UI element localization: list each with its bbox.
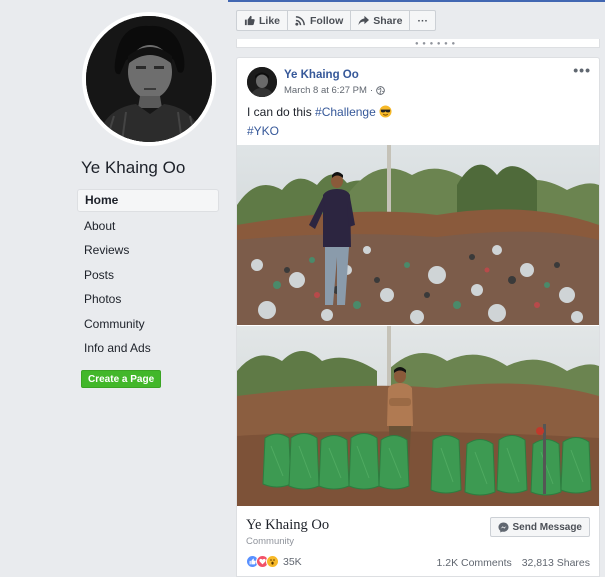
- sidebar-item-community[interactable]: Community: [77, 312, 219, 337]
- reaction-count: 35K: [283, 555, 302, 568]
- sunglasses-emoji-icon: [379, 105, 392, 121]
- shares-count-link[interactable]: 32,813 Shares: [522, 557, 590, 569]
- send-message-label: Send Message: [512, 521, 582, 533]
- globe-icon: [376, 86, 385, 95]
- hashtag-challenge-link[interactable]: #Challenge: [315, 105, 376, 119]
- sidebar-item-home[interactable]: Home: [77, 189, 219, 212]
- create-page-button[interactable]: Create a Page: [81, 370, 162, 388]
- thumbs-up-icon: [244, 15, 255, 26]
- post-stats: 35K 1.2K Comments 32,813 Shares: [237, 554, 599, 576]
- post-card: Ye Khaing Oo March 8 at 6:27 PM · ••• I …: [236, 57, 600, 577]
- sidebar-item-posts[interactable]: Posts: [77, 263, 219, 288]
- sidebar-item-about[interactable]: About: [77, 214, 219, 239]
- sidebar-item-reviews[interactable]: Reviews: [77, 238, 219, 263]
- post-photo-before[interactable]: [237, 145, 599, 325]
- post-author-avatar[interactable]: [247, 67, 277, 97]
- messenger-icon: [497, 521, 509, 533]
- post-options-button[interactable]: •••: [573, 62, 591, 78]
- hashtag-yko-link[interactable]: #YKO: [247, 124, 279, 138]
- comments-count-link[interactable]: 1.2K Comments: [436, 557, 511, 569]
- sidebar-item-photos[interactable]: Photos: [77, 287, 219, 312]
- pager-dots: ● ● ● ● ● ●: [415, 41, 457, 47]
- sidebar-item-info-and-ads[interactable]: Info and Ads: [77, 336, 219, 361]
- send-message-button[interactable]: Send Message: [489, 517, 590, 537]
- sidebar-nav: Home About Reviews Posts Photos Communit…: [77, 189, 219, 361]
- post-meta: March 8 at 6:27 PM ·: [284, 85, 385, 96]
- post-timestamp[interactable]: March 8 at 6:27 PM: [284, 85, 367, 96]
- post-text-body: I can do this: [247, 105, 316, 119]
- profile-picture[interactable]: [82, 12, 216, 146]
- like-button[interactable]: Like: [237, 11, 289, 30]
- reactions-summary[interactable]: 35K: [246, 555, 302, 568]
- preview-subtitle: Community: [246, 536, 295, 547]
- more-dots-icon: ···: [417, 14, 428, 27]
- share-button[interactable]: Share: [351, 11, 411, 30]
- share-label: Share: [373, 14, 403, 27]
- sidebar: Ye Khaing Oo Home About Reviews Posts Ph…: [0, 0, 228, 577]
- follow-button[interactable]: Follow: [288, 11, 352, 30]
- like-label: Like: [259, 14, 281, 27]
- post-text: I can do this #Challenge: [247, 105, 392, 121]
- post-author-name[interactable]: Ye Khaing Oo: [284, 69, 359, 81]
- post-photo-after[interactable]: [237, 325, 599, 506]
- more-options-button[interactable]: ···: [410, 11, 435, 30]
- page-preview[interactable]: Ye Khaing Oo Community Send Message: [237, 506, 599, 554]
- wow-reaction-icon: [266, 555, 279, 568]
- page-title[interactable]: Ye Khaing Oo: [81, 158, 185, 178]
- follow-label: Follow: [310, 14, 344, 27]
- previous-post-edge: ● ● ● ● ● ●: [236, 39, 600, 48]
- meta-separator: ·: [369, 85, 374, 96]
- share-arrow-icon: [358, 15, 370, 26]
- preview-title[interactable]: Ye Khaing Oo: [246, 517, 329, 534]
- rss-icon: [295, 16, 305, 26]
- page-action-bar: Like Follow Share ···: [236, 10, 436, 31]
- avatar: [86, 16, 212, 142]
- engagement-counts: 1.2K Comments 32,813 Shares: [436, 557, 590, 569]
